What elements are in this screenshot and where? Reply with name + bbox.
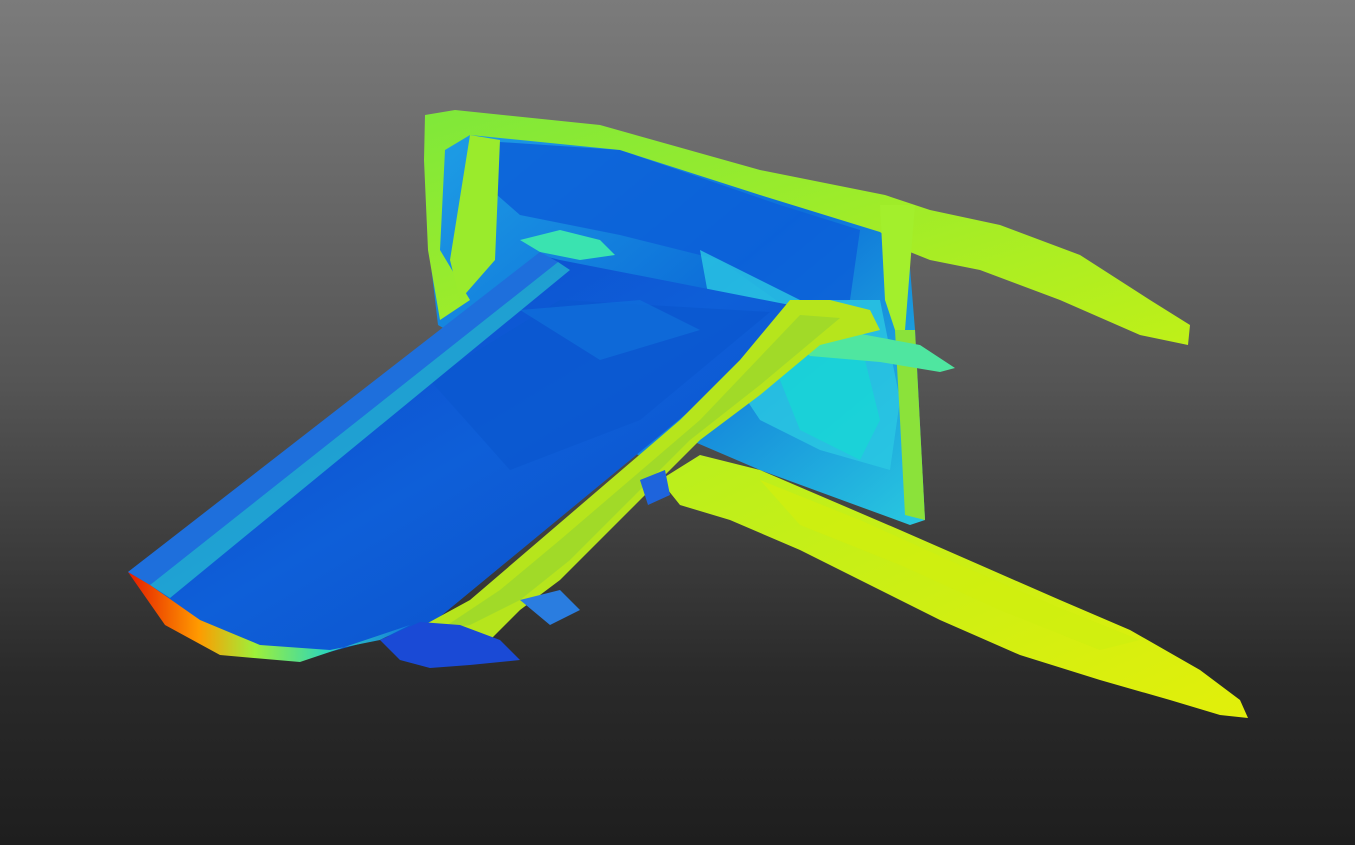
render-canvas[interactable] [0,0,1355,845]
lower-tip-vortex [660,455,1248,718]
3d-viewport[interactable] [0,0,1355,845]
